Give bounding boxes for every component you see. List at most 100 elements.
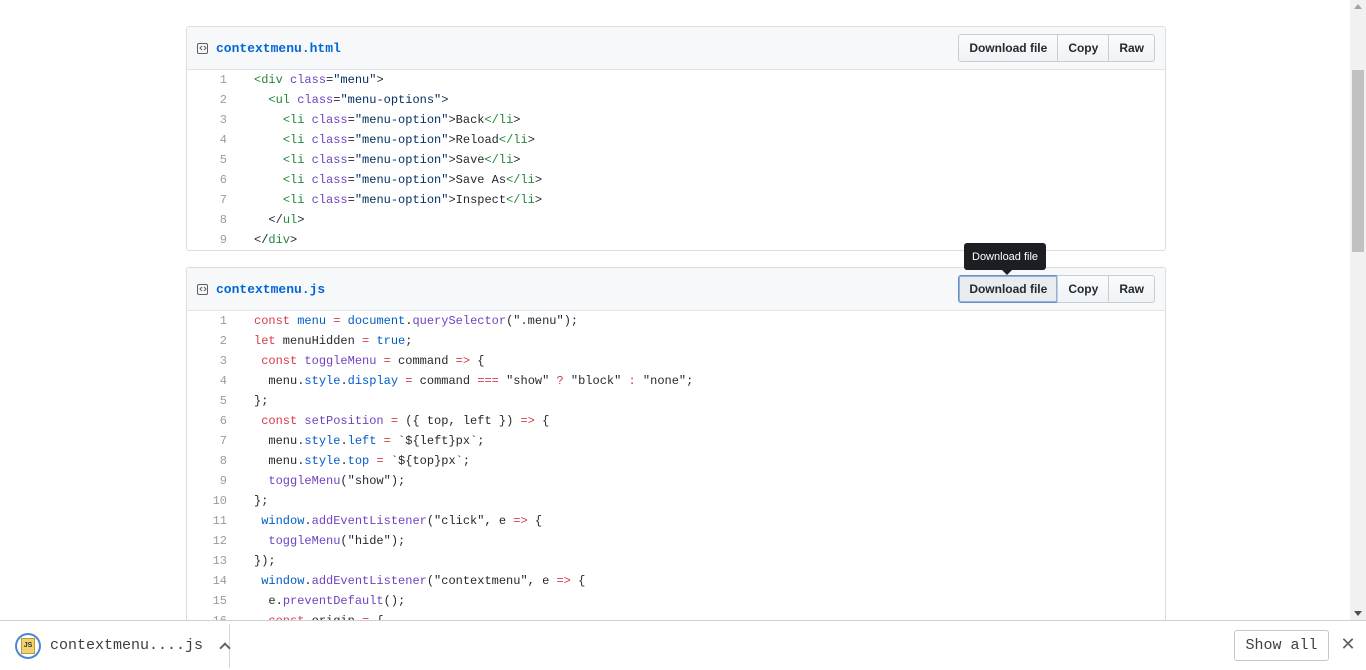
code-token: div — [268, 233, 291, 247]
code-token: class — [311, 113, 348, 127]
code-token: >Save — [448, 153, 485, 167]
code-token: "menu-option" — [354, 113, 449, 127]
code-token: => — [520, 414, 535, 428]
code-token: ("show"); — [340, 474, 406, 488]
code-token: => — [455, 354, 471, 368]
line-number[interactable]: 5 — [187, 394, 237, 408]
code-token: <li — [282, 193, 305, 207]
line-number[interactable]: 1 — [187, 73, 237, 87]
code-line: 1 const menu = document.querySelector(".m… — [187, 311, 1165, 331]
chevron-up-icon[interactable] — [219, 641, 231, 654]
code-text: menu.style.left = `${left}px`; — [237, 434, 484, 448]
download-file-name: contextmenu....js — [49, 637, 203, 654]
line-number[interactable]: 13 — [187, 554, 237, 568]
js-file-icon-label: JS — [20, 637, 35, 654]
file-info: contextmenu.html — [197, 41, 341, 56]
close-icon[interactable]: ✕ — [1340, 635, 1356, 653]
line-number[interactable]: 7 — [187, 193, 237, 207]
vertical-scrollbar[interactable] — [1350, 0, 1366, 620]
raw-button[interactable]: Raw — [1108, 275, 1155, 303]
code-text: menu.style.top = `${top}px`; — [237, 454, 470, 468]
code-text: <li class="menu-option">Reload</li> — [237, 133, 535, 147]
scrollbar-thumb[interactable] — [1352, 70, 1364, 252]
download-item[interactable]: JS contextmenu....js — [0, 623, 231, 668]
code-token: </li — [484, 153, 514, 167]
line-number[interactable]: 8 — [187, 454, 237, 468]
line-number[interactable]: 12 — [187, 534, 237, 548]
line-number[interactable]: 3 — [187, 113, 237, 127]
code-line: 11 window.addEventListener("click", e =>… — [187, 511, 1165, 531]
code-token: </li — [506, 173, 535, 187]
code-token: class — [311, 193, 348, 207]
code-token: toggleMenu — [304, 354, 377, 368]
line-number[interactable]: 4 — [187, 374, 237, 388]
code-token: "none"; — [635, 374, 694, 388]
code-line: 13}); — [187, 551, 1165, 571]
code-token: => — [556, 574, 571, 588]
line-number[interactable]: 2 — [187, 93, 237, 107]
file-name-link[interactable]: contextmenu.js — [216, 282, 325, 297]
line-number[interactable]: 7 — [187, 434, 237, 448]
code-token: = — [347, 133, 355, 147]
code-token: > — [513, 113, 521, 127]
line-number[interactable]: 5 — [187, 153, 237, 167]
line-number[interactable]: 9 — [187, 474, 237, 488]
code-line: 10}; — [187, 491, 1165, 511]
line-number[interactable]: 6 — [187, 173, 237, 187]
file-info: contextmenu.js — [197, 282, 325, 297]
code-token: `${top}px`; — [383, 454, 471, 468]
file-header: contextmenu.js Download file Copy Raw — [187, 268, 1165, 311]
code-token: querySelector — [412, 314, 507, 328]
code-token: "show" — [498, 374, 557, 388]
code-token: addEventListener — [311, 514, 427, 528]
code-text: <li class="menu-option">Back</li> — [237, 113, 521, 127]
line-number[interactable]: 3 — [187, 354, 237, 368]
line-number[interactable]: 9 — [187, 233, 237, 247]
line-number[interactable]: 6 — [187, 414, 237, 428]
raw-button[interactable]: Raw — [1108, 34, 1155, 62]
copy-button[interactable]: Copy — [1057, 275, 1110, 303]
code-token: . — [340, 454, 348, 468]
show-all-button[interactable]: Show all — [1234, 630, 1329, 661]
line-number[interactable]: 4 — [187, 133, 237, 147]
code-token: command — [412, 374, 478, 388]
code-token: > — [376, 73, 384, 87]
scroll-up-arrow-icon[interactable] — [1354, 4, 1362, 9]
code-file-icon — [197, 283, 208, 295]
code-token: style — [304, 434, 341, 448]
line-number[interactable]: 8 — [187, 213, 237, 227]
code-text: <li class="menu-option">Inspect</li> — [237, 193, 542, 207]
code-token: `${left}px`; — [390, 434, 485, 448]
code-token: >Reload — [448, 133, 499, 147]
file-name-link[interactable]: contextmenu.html — [216, 41, 341, 56]
copy-button[interactable]: Copy — [1057, 34, 1110, 62]
line-number[interactable]: 2 — [187, 334, 237, 348]
code-token: }); — [254, 554, 276, 568]
code-text: window.addEventListener("click", e => { — [237, 514, 542, 528]
line-number[interactable]: 14 — [187, 574, 237, 588]
code-token: > — [441, 93, 449, 107]
code-block: 1 const menu = document.querySelector(".m… — [187, 311, 1165, 620]
code-file-icon — [197, 42, 208, 54]
code-text: menu.style.display = command === "show" … — [237, 374, 693, 388]
code-text: let menuHidden = true; — [237, 334, 412, 348]
code-line: 5}; — [187, 391, 1165, 411]
download-file-button[interactable]: Download file — [958, 34, 1059, 62]
line-number[interactable]: 1 — [187, 314, 237, 328]
code-token: { — [527, 514, 543, 528]
line-number[interactable]: 11 — [187, 514, 237, 528]
code-token: > — [527, 133, 535, 147]
code-line: 3 const toggleMenu = command => { — [187, 351, 1165, 371]
code-token: ? — [556, 374, 564, 388]
line-number[interactable]: 15 — [187, 594, 237, 608]
code-block: 1 <div class="menu"> 2 <ul class="menu-opt… — [187, 70, 1165, 250]
scroll-down-arrow-icon[interactable] — [1354, 611, 1362, 616]
code-text: <li class="menu-option">Save As</li> — [237, 173, 542, 187]
line-number[interactable]: 10 — [187, 494, 237, 508]
code-token: <li — [282, 153, 305, 167]
download-file-button[interactable]: Download file — [958, 275, 1059, 303]
